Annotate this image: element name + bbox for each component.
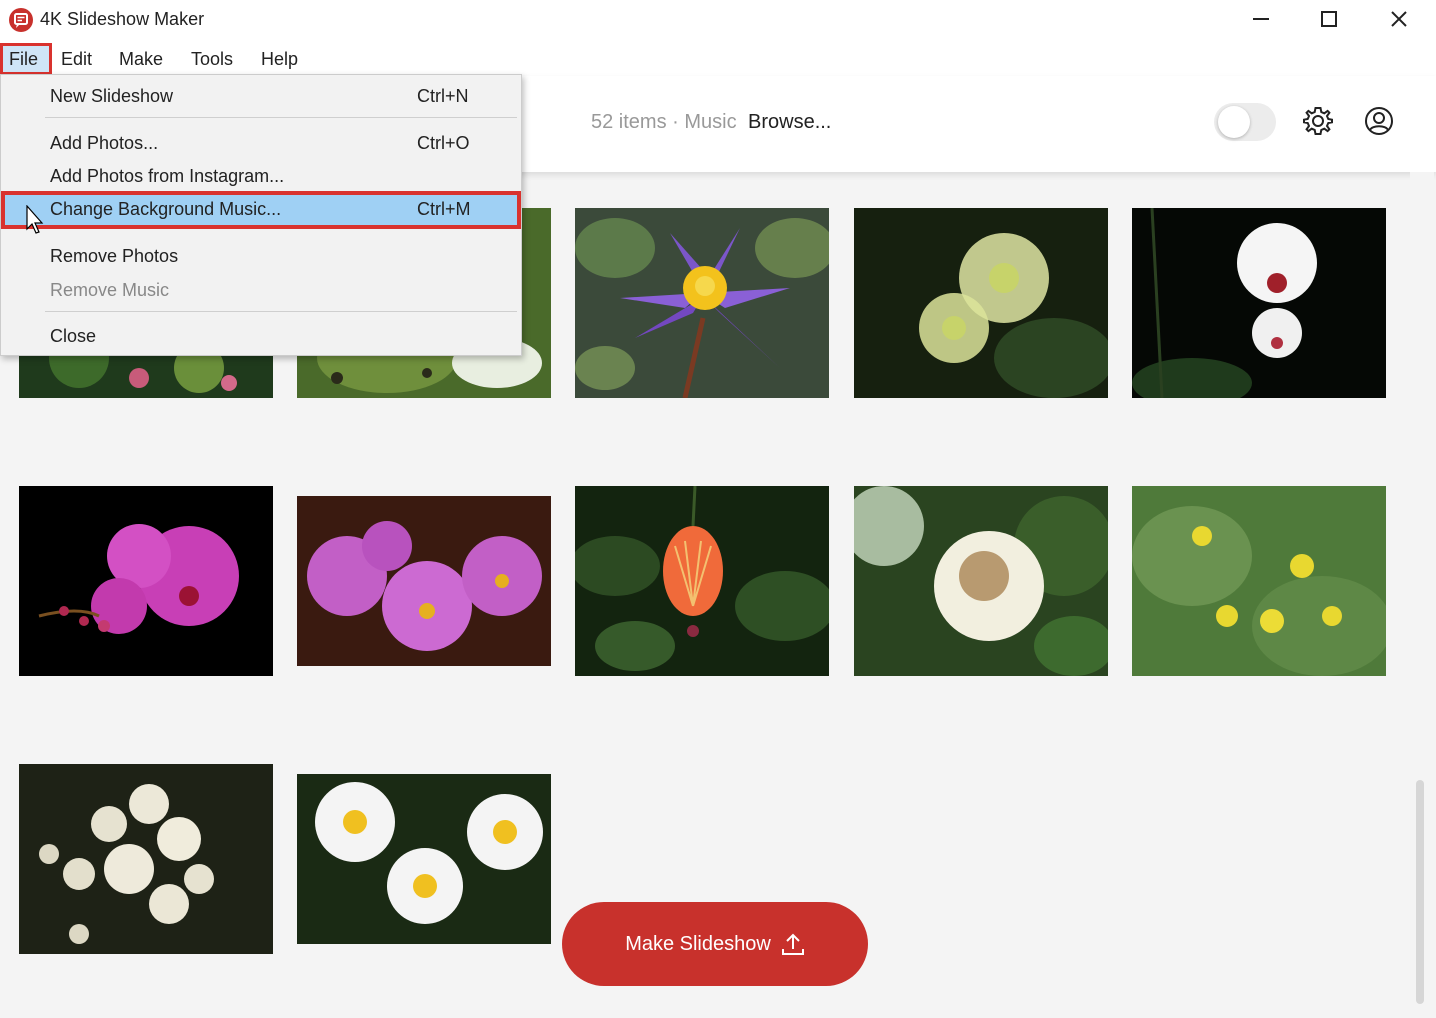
menu-item-label: Remove Photos bbox=[50, 246, 179, 266]
make-slideshow-button[interactable]: Make Slideshow bbox=[562, 902, 868, 986]
photo-thumbnail[interactable] bbox=[19, 764, 273, 954]
menu-item-add-photos[interactable]: Add Photos... Ctrl+O bbox=[1, 128, 521, 158]
menu-tools[interactable]: Tools bbox=[185, 46, 239, 74]
menu-item-change-background-music[interactable]: Change Background Music... Ctrl+M bbox=[1, 191, 521, 229]
scrollbar-thumb[interactable] bbox=[1416, 780, 1424, 1004]
close-window-button[interactable] bbox=[1366, 0, 1432, 38]
photo-thumbnail[interactable] bbox=[1132, 208, 1386, 398]
photo-thumbnail[interactable] bbox=[575, 486, 829, 676]
minimize-button[interactable] bbox=[1228, 0, 1294, 38]
orchid-photo-image bbox=[1132, 208, 1386, 398]
menu-item-add-photos-instagram[interactable]: Add Photos from Instagram... bbox=[1, 161, 521, 191]
window-title: 4K Slideshow Maker bbox=[40, 9, 205, 29]
menu-help[interactable]: Help bbox=[255, 46, 304, 74]
photo-thumbnail[interactable] bbox=[297, 496, 551, 666]
photo-thumbnail[interactable] bbox=[1132, 486, 1386, 676]
menu-separator bbox=[45, 311, 517, 312]
menu-item-shortcut: Ctrl+O bbox=[417, 133, 470, 153]
orchid-photo-image bbox=[297, 496, 551, 666]
water-lily-photo-image bbox=[575, 208, 829, 398]
app-logo-icon bbox=[9, 8, 33, 32]
flower-photo-image bbox=[854, 208, 1108, 398]
photo-thumbnail[interactable] bbox=[854, 208, 1108, 398]
account-icon[interactable] bbox=[1363, 105, 1395, 137]
mouse-cursor-icon bbox=[26, 205, 44, 234]
menu-item-shortcut: Ctrl+M bbox=[417, 199, 471, 219]
orchid-photo-image bbox=[19, 486, 273, 676]
title-bar: 4K Slideshow Maker bbox=[0, 0, 1436, 40]
upload-icon bbox=[781, 933, 804, 955]
photo-thumbnail[interactable] bbox=[854, 486, 1108, 676]
browse-music-link[interactable]: Browse... bbox=[748, 111, 831, 134]
flower-photo-image bbox=[1132, 486, 1386, 676]
file-menu-dropdown: New Slideshow Ctrl+N Add Photos... Ctrl+… bbox=[0, 74, 522, 356]
make-slideshow-label: Make Slideshow bbox=[625, 932, 771, 955]
menu-item-remove-music: Remove Music bbox=[1, 275, 521, 305]
photo-thumbnail[interactable] bbox=[575, 208, 829, 398]
menu-edit[interactable]: Edit bbox=[55, 46, 98, 74]
daisies-photo-image bbox=[297, 774, 551, 944]
menu-bar: File Edit Make Tools Help bbox=[0, 40, 1436, 76]
menu-item-new-slideshow[interactable]: New Slideshow Ctrl+N bbox=[1, 81, 521, 111]
items-music-status: 52 items · Music bbox=[591, 111, 737, 133]
maximize-button[interactable] bbox=[1296, 0, 1362, 38]
menu-item-remove-photos[interactable]: Remove Photos bbox=[1, 241, 521, 271]
photo-thumbnail[interactable] bbox=[297, 774, 551, 944]
maximize-icon bbox=[1321, 11, 1337, 27]
menu-make[interactable]: Make bbox=[113, 46, 169, 74]
flower-photo-image bbox=[854, 486, 1108, 676]
menu-item-label: Remove Music bbox=[50, 280, 170, 300]
menu-item-label: Add Photos... bbox=[50, 133, 159, 153]
menu-item-label: Add Photos from Instagram... bbox=[50, 166, 285, 186]
photo-thumbnail[interactable] bbox=[19, 486, 273, 676]
menu-item-shortcut: Ctrl+N bbox=[417, 86, 469, 106]
menu-item-label: Change Background Music... bbox=[50, 199, 282, 219]
white-roses-photo-image bbox=[19, 764, 273, 954]
gear-icon[interactable] bbox=[1302, 105, 1334, 137]
menu-separator bbox=[45, 117, 517, 118]
toggle-knob bbox=[1218, 106, 1250, 138]
abutilon-flower-photo-image bbox=[575, 486, 829, 676]
minimize-icon bbox=[1253, 18, 1269, 20]
menu-file[interactable]: File bbox=[0, 43, 52, 75]
close-icon bbox=[1391, 11, 1407, 27]
menu-item-label: Close bbox=[50, 326, 97, 346]
menu-item-close[interactable]: Close bbox=[1, 321, 521, 351]
menu-item-label: New Slideshow bbox=[50, 86, 174, 106]
